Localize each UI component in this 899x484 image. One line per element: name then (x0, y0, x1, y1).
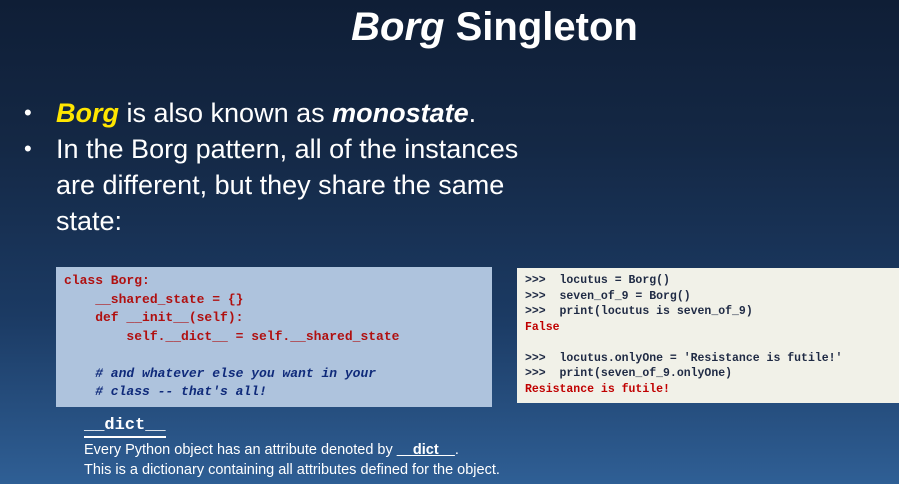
title-rest: Singleton (444, 5, 638, 49)
bullet-dot-icon: • (24, 136, 32, 161)
dict-line-1-bold: __dict__ (396, 442, 455, 458)
bullet-post: . (468, 98, 477, 128)
dict-line-1-post: . (454, 442, 459, 458)
bullet-text-1: Borg is also known as monostate. (56, 95, 476, 131)
code-line: self.__dict__ = self.__shared_state (64, 328, 400, 344)
dict-line-2: This is a dictionary containing all attr… (84, 462, 500, 478)
console-input-line: >>> print(locutus is seven_of_9) (525, 305, 753, 318)
bullet-list: • Borg is also known as monostate. • In … (24, 95, 544, 239)
console-input-line: >>> print(seven_of_9.onlyOne) (525, 367, 733, 380)
dict-line-1: Every Python object has an attribute den… (84, 440, 500, 460)
bullet-item-2: • In the Borg pattern, all of the instan… (24, 131, 544, 239)
bullet-mid: is also known as (119, 98, 333, 128)
title-italic: Borg (351, 5, 445, 49)
interpreter-session-block: >>> locutus = Borg() >>> seven_of_9 = Bo… (517, 268, 899, 403)
code-line: class Borg: (64, 273, 150, 288)
dict-heading: __dict__ (84, 416, 166, 438)
console-input-line: >>> locutus.onlyOne = 'Resistance is fut… (525, 351, 843, 365)
borg-class-code-block: class Borg: __shared_state = {} def __in… (56, 267, 492, 407)
code-line: def __init__(self): (64, 310, 244, 325)
console-input-line: >>> locutus = Borg() (525, 274, 670, 287)
dict-description: Every Python object has an attribute den… (84, 440, 500, 480)
console-output-line: False (525, 320, 560, 334)
code-line: __shared_state = {} (64, 291, 244, 307)
bullet-bold-italic: monostate (332, 98, 469, 128)
slide-title: Borg Singleton (0, 2, 899, 52)
console-output-line: Resistance is futile! (525, 382, 670, 396)
code-comment-line: # class -- that's all! (64, 384, 267, 399)
bullet-item-1: • Borg is also known as monostate. (24, 95, 544, 131)
bullet-dot-icon: • (24, 100, 32, 125)
console-input-line: >>> seven_of_9 = Borg() (525, 289, 691, 303)
code-comment-line: # and whatever else you want in your (64, 365, 377, 381)
bullet-text-2: In the Borg pattern, all of the instance… (56, 134, 519, 236)
dict-line-1-pre: Every Python object has an attribute den… (84, 442, 397, 458)
bullet-highlight: Borg (56, 98, 119, 128)
